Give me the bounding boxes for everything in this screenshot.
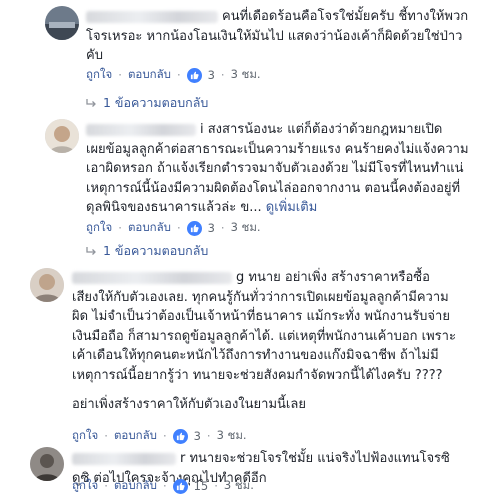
comment-text-line: โจรเหรอะ หากน้องโอนเงินให้มันไป แสดงว่าน… — [86, 28, 463, 44]
comment-body: g ทนาย อย่าเพิ่ง สร้างราคาหรือซื้อ เสียง… — [72, 268, 488, 415]
commenter-avatar[interactable] — [45, 6, 79, 40]
comment-text-line: อย่าเพิ่งสร้างราคาให้กับตัวเองในยามนี้เล… — [72, 397, 306, 412]
like-count[interactable]: 3 — [208, 221, 215, 235]
commenter-avatar[interactable] — [30, 268, 64, 302]
separator-dot: · — [206, 429, 211, 443]
separator-dot: · — [220, 221, 225, 235]
like-thumb-icon[interactable] — [172, 428, 188, 444]
commenter-name-blurred[interactable] — [86, 10, 218, 23]
comment-text-line: r ทนายจะช่วยโจรใช่มั้ย แน่จริงไปฟ้องแทนโ… — [180, 451, 450, 466]
comment-actions: ถูกใจ · ตอบกลับ · 3 · 3 ชม. — [86, 219, 261, 237]
reply-button[interactable]: ตอบกลับ — [114, 427, 157, 445]
separator-dot: · — [162, 429, 167, 443]
comment-text-line: g ทนาย อย่าเพิ่ง สร้างราคาหรือซื้อ — [236, 270, 430, 285]
like-button[interactable]: ถูกใจ — [86, 66, 112, 84]
comment-text-line: i สงสารน้องนะ แต่ก็ต้องว่าด้วยกฎหมายเปิด — [200, 122, 443, 137]
like-button[interactable]: ถูกใจ — [72, 427, 98, 445]
view-replies-link[interactable]: 1 ข้อความตอบกลับ — [86, 93, 208, 113]
comment-timestamp[interactable]: 3 ชม. — [217, 427, 247, 445]
commenter-name-blurred[interactable] — [72, 271, 232, 284]
see-more-link[interactable]: ดูเพิ่มเติม — [266, 200, 317, 215]
comment-text-line: คนที่เดือดร้อนคือโจรใช่มั้ยครับ ชี้ทางให… — [222, 9, 469, 24]
comment-timestamp[interactable]: 3 ชม. — [231, 66, 261, 84]
separator-dot: · — [104, 479, 108, 493]
like-thumb-icon[interactable] — [172, 478, 188, 494]
comment-actions: ถูกใจ · ตอบกลับ · 3 · 3 ชม. — [86, 66, 261, 84]
reply-button[interactable]: ตอบกลับ — [114, 477, 157, 495]
comment-text-line: เค้าเดือนให้ทุกคนตะหนักไว้ถึงการทำงานของ… — [72, 348, 439, 363]
reply-arrow-icon — [86, 96, 97, 111]
commenter-name-blurred[interactable] — [72, 452, 176, 465]
comment-text-line: ดุลพินิจของธนาคารแล้วล่ะ ข... — [86, 200, 262, 215]
reply-arrow-icon — [86, 244, 97, 259]
separator-dot: · — [176, 221, 181, 235]
comment-body: i สงสารน้องนะ แต่ก็ต้องว่าด้วยกฎหมายเปิด… — [86, 120, 488, 218]
comment-body: คนที่เดือดร้อนคือโจรใช่มั้ยครับ ชี้ทางให… — [86, 7, 488, 66]
comment-text-line: เสียงให้กับตัวเองเลย. ทุกคนรู้กันทั่วว่า… — [72, 289, 449, 305]
reply-button[interactable]: ตอบกลับ — [128, 219, 171, 237]
commenter-name-blurred[interactable] — [86, 123, 196, 136]
comment-text-line: เผยข้อมูลลูกค้าต่อสาธารณะเป็นความร้ายแรง… — [86, 141, 469, 157]
comment-timestamp[interactable]: 3 ชม. — [231, 219, 261, 237]
separator-dot: · — [118, 68, 122, 82]
comment-text-line: เอาผิดหรอก ถ้าแจ้งเรียกตำรวจมาจับตัวเองด… — [86, 161, 464, 176]
comment-text-line: เหตุการณ์นี้น้องมีความผิดต้องโดนไล่ออกจา… — [86, 180, 461, 196]
view-replies-label: 1 ข้อความตอบกลับ — [103, 95, 209, 110]
comment-timestamp[interactable]: 3 ชม. — [224, 477, 254, 495]
like-button[interactable]: ถูกใจ — [86, 219, 112, 237]
separator-dot: · — [118, 221, 122, 235]
view-replies-link[interactable]: 1 ข้อความตอบกลับ — [86, 241, 208, 261]
commenter-avatar[interactable] — [45, 119, 79, 153]
like-count[interactable]: 3 — [208, 68, 215, 82]
comment-text-line: เหตุการณ์นี้อยากรู้ว่า ทนายจะช่วยสังคมกำ… — [72, 367, 443, 383]
like-count[interactable]: 15 — [194, 479, 209, 493]
separator-dot: · — [220, 68, 225, 82]
separator-dot: · — [162, 479, 167, 493]
separator-dot: · — [176, 68, 181, 82]
commenter-avatar[interactable] — [30, 447, 64, 481]
view-replies-label: 1 ข้อความตอบกลับ — [103, 243, 209, 258]
reply-button[interactable]: ตอบกลับ — [128, 66, 171, 84]
like-button[interactable]: ถูกใจ — [72, 477, 98, 495]
comment-text-line: เงินมือถือ ก็สามารถดูข้อมูลลูกค้าได้. แต… — [72, 328, 456, 344]
like-thumb-icon[interactable] — [186, 220, 202, 236]
comment-actions: ถูกใจ · ตอบกลับ · 3 · 3 ชม. — [72, 427, 247, 445]
comment-text-line: คับ — [86, 48, 103, 63]
separator-dot: · — [214, 479, 218, 493]
like-count[interactable]: 3 — [194, 429, 201, 443]
comment-actions: ถูกใจ · ตอบกลับ · 15 · 3 ชม. — [72, 477, 254, 495]
comment-text-line: ผิด ไม่จำเป็นว่าต้องเป็นเจ้าหน้าที่ธนาคา… — [72, 309, 450, 324]
like-thumb-icon[interactable] — [186, 67, 202, 83]
separator-dot: · — [104, 429, 108, 443]
